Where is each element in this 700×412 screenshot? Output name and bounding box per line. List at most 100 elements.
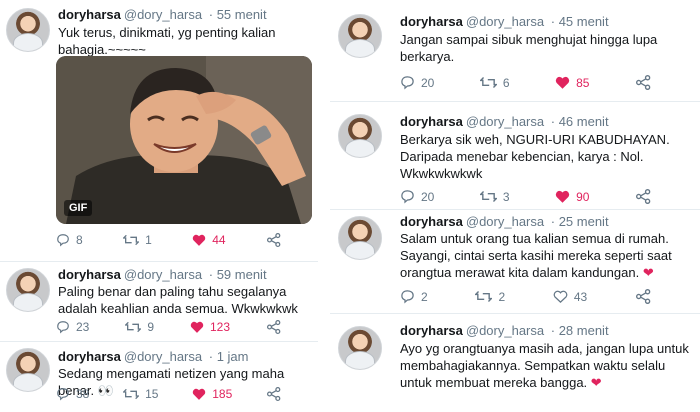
tweet-card[interactable]: doryharsa @dory_harsa · 25 menit Salam un… [330,210,700,314]
reply-icon [401,76,414,90]
user-handle: @dory_harsa [123,349,203,364]
tweet-header: doryharsa @dory_harsa · 28 menit [400,323,609,338]
retweet-count: 1 [145,233,152,247]
tweet-actions: 20 6 85 [400,75,652,90]
tweet-time[interactable]: · 55 menit [209,7,267,22]
tweet-card[interactable]: doryharsa @dory_harsa · 28 menit Ayo yg o… [330,314,700,412]
reply-button[interactable]: 20 [400,189,434,204]
column-gutter [318,0,330,412]
retweet-count: 6 [502,75,510,90]
tweet-header: doryharsa @dory_harsa · 1 jam [58,349,248,364]
tweet-time[interactable]: · 46 menit [551,114,609,129]
like-count: 123 [209,320,231,334]
tweet-header: doryharsa @dory_harsa · 55 menit [58,7,267,22]
share-icon [267,233,281,247]
tweet-actions: 23 9 123 [56,320,282,334]
share-icon [635,289,651,304]
heart-icon [553,290,568,303]
reply-button[interactable]: 23 [56,320,89,334]
user-handle: @dory_harsa [123,7,203,22]
tweet-card[interactable]: doryharsa @dory_harsa · 45 menit Jangan s… [330,0,700,102]
user-name[interactable]: doryharsa [58,7,121,22]
user-handle: @dory_harsa [465,114,545,129]
tweet-gif[interactable]: GIF [56,56,312,224]
user-handle: @dory_harsa [465,14,545,29]
user-handle: @dory_harsa [465,323,545,338]
reply-button[interactable]: 8 [56,233,83,247]
user-name[interactable]: doryharsa [58,349,121,364]
avatar[interactable] [338,114,382,158]
retweet-button[interactable]: 1 [123,233,152,247]
user-handle: @dory_harsa [123,267,203,282]
share-button[interactable] [266,320,282,334]
like-button[interactable]: 90 [555,189,589,204]
like-button[interactable]: 185 [192,387,232,401]
like-button[interactable]: 44 [192,233,226,247]
tweet-text: Berkarya sik weh, NGURI-URI KABUDHAYAN. … [400,132,670,181]
tweet-card[interactable]: doryharsa @dory_harsa · 55 menit Yuk teru… [0,0,318,262]
tweet-text-body: Salam untuk orang tua kalian semua di ru… [400,231,672,280]
heart-icon [555,190,570,203]
tweet-header: doryharsa @dory_harsa · 59 menit [58,267,267,282]
tweet-card[interactable]: doryharsa @dory_harsa · 59 menit Paling b… [0,262,318,342]
retweet-button[interactable]: 15 [123,387,158,401]
avatar[interactable] [6,268,50,312]
tweet-time[interactable]: · 28 menit [551,323,609,338]
retweet-icon [123,234,140,246]
tweet-time[interactable]: · 59 menit [209,267,267,282]
user-name[interactable]: doryharsa [400,114,463,129]
retweet-icon [125,321,142,333]
tweet-text: Jangan sampai sibuk menghujat hingga lup… [400,32,658,64]
gif-badge: GIF [64,200,93,216]
avatar[interactable] [338,14,382,58]
reply-button[interactable]: 20 [400,75,434,90]
user-name[interactable]: doryharsa [400,214,463,229]
avatar[interactable] [6,8,50,52]
like-button[interactable]: 43 [553,289,587,304]
avatar[interactable] [338,326,382,370]
tweet-time[interactable]: · 45 menit [551,14,609,29]
reply-count: 38 [76,387,90,401]
like-button[interactable]: 123 [190,320,230,334]
tweet-actions: 2 2 43 [400,289,652,304]
share-button[interactable] [635,289,652,304]
tweet-actions: 8 1 44 [56,233,282,247]
share-button[interactable] [635,189,652,204]
reply-icon [57,321,69,334]
tweet-actions: 20 3 90 [400,189,652,204]
retweet-count: 2 [498,289,506,304]
avatar[interactable] [338,216,382,260]
like-count: 43 [573,289,588,304]
retweet-button[interactable]: 3 [479,189,510,204]
retweet-button[interactable]: 2 [475,289,505,304]
reply-icon [57,234,69,247]
avatar[interactable] [6,348,50,392]
reply-count: 23 [76,320,90,334]
tweet-time[interactable]: · 1 jam [209,349,249,364]
reply-button[interactable]: 38 [56,387,89,401]
tweet-time[interactable]: · 25 menit [551,214,609,229]
share-button[interactable] [266,233,282,247]
share-icon [636,189,651,204]
tweet-card[interactable]: doryharsa @dory_harsa · 1 jam Sedang meng… [0,342,318,412]
reply-count: 2 [421,289,428,304]
like-button[interactable]: 85 [555,75,589,90]
reply-count: 8 [76,233,83,247]
retweet-icon [479,191,497,202]
retweet-button[interactable]: 6 [479,75,510,90]
tweet-text-body: Ayo yg orangtuanya masih ada, jangan lup… [400,341,689,390]
retweet-icon [479,77,497,88]
retweet-button[interactable]: 9 [125,320,154,334]
share-button[interactable] [635,75,652,90]
like-count: 90 [576,189,590,204]
user-name[interactable]: doryharsa [400,14,463,29]
heart-icon [555,76,570,89]
left-screenshot: doryharsa @dory_harsa · 55 menit Yuk teru… [0,0,318,412]
tweet-header: doryharsa @dory_harsa · 46 menit [400,114,609,129]
user-name[interactable]: doryharsa [400,323,463,338]
user-name[interactable]: doryharsa [58,267,121,282]
share-button[interactable] [266,387,282,401]
reply-button[interactable]: 2 [400,289,428,304]
tweet-card[interactable]: doryharsa @dory_harsa · 46 menit Berkarya… [330,102,700,210]
gif-image [56,56,312,224]
